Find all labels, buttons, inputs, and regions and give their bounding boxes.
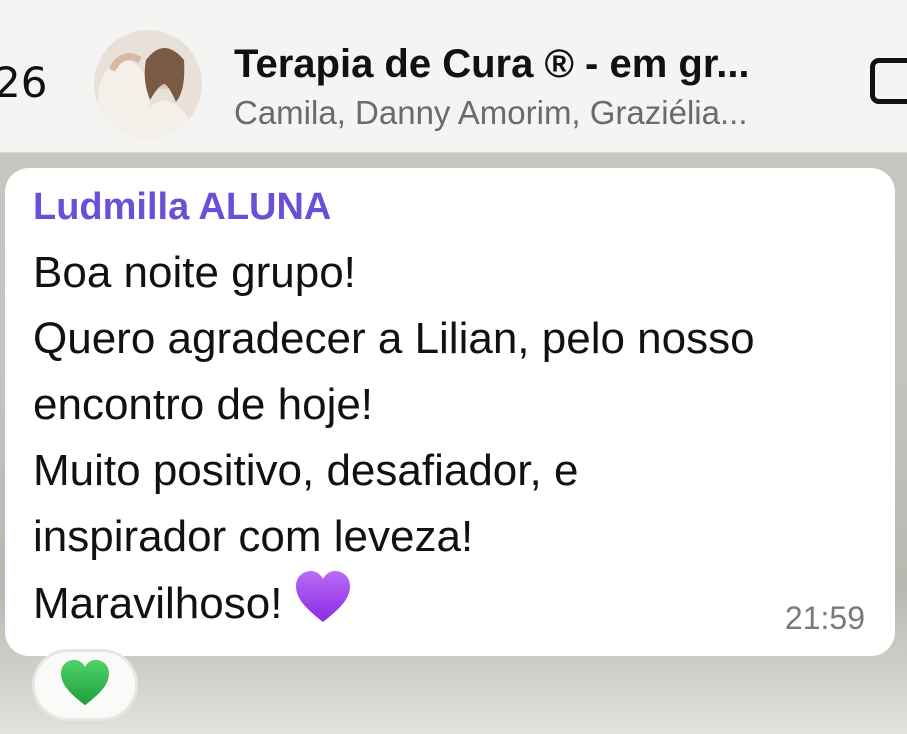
- message-line: encontro de hoje!: [33, 380, 374, 429]
- message-last-line: Maravilhoso!: [33, 570, 883, 643]
- message-line: Boa noite grupo!: [33, 248, 356, 297]
- back-unread-count[interactable]: 26: [0, 62, 47, 104]
- message-line: Muito positivo, desafiador, e: [33, 446, 579, 495]
- message-line: Maravilhoso!: [33, 579, 283, 628]
- green-heart-icon: [59, 659, 111, 711]
- reaction-badge[interactable]: [32, 649, 138, 721]
- message-time: 21:59: [784, 600, 865, 636]
- chat-title[interactable]: Terapia de Cura ® - em gr...: [234, 42, 834, 87]
- message-sender[interactable]: Ludmilla ALUNA: [33, 186, 331, 229]
- message-bubble[interactable]: Ludmilla ALUNA Boa noite grupo! Quero ag…: [5, 168, 895, 656]
- message-line: inspirador com leveza!: [33, 512, 474, 561]
- chat-header: 26 Terapia de Cura ® - em gr... Camila, …: [0, 0, 907, 153]
- message-text: Boa noite grupo! Quero agradecer a Lilia…: [33, 240, 883, 643]
- message-line: Quero agradecer a Lilian, pelo nosso: [33, 314, 755, 363]
- avatar-photo-icon: [94, 30, 202, 138]
- purple-heart-icon: [294, 570, 352, 643]
- chat-members[interactable]: Camila, Danny Amorim, Graziélia...: [234, 94, 834, 132]
- group-avatar[interactable]: [94, 30, 202, 138]
- video-call-icon[interactable]: [870, 58, 907, 104]
